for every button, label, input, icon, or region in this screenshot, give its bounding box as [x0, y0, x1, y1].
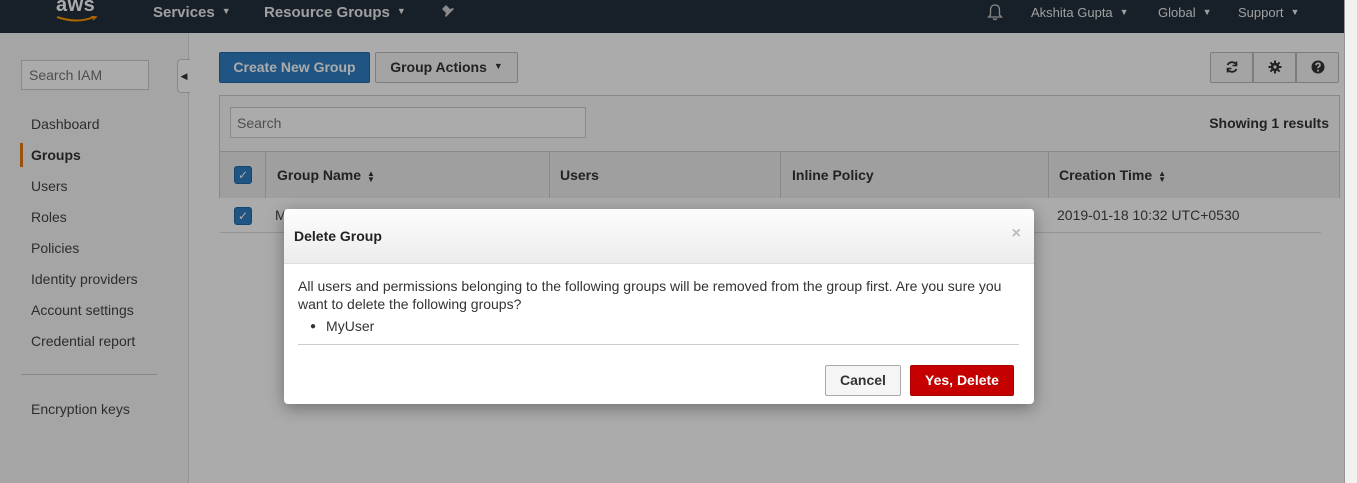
- dialog-header: Delete Group ×: [284, 209, 1034, 264]
- cancel-button[interactable]: Cancel: [825, 365, 901, 396]
- dialog-message: All users and permissions belonging to t…: [298, 278, 1002, 312]
- dialog-divider: [298, 344, 1019, 345]
- list-item: ● MyUser: [310, 318, 374, 334]
- group-name-to-delete: MyUser: [326, 318, 375, 334]
- yes-delete-button[interactable]: Yes, Delete: [910, 365, 1014, 396]
- delete-group-dialog: Delete Group × All users and permissions…: [284, 209, 1034, 404]
- page-scrollbar[interactable]: [1344, 0, 1357, 483]
- dialog-title: Delete Group: [294, 228, 382, 244]
- close-icon[interactable]: ×: [1012, 225, 1021, 243]
- bullet-icon: ●: [310, 321, 317, 332]
